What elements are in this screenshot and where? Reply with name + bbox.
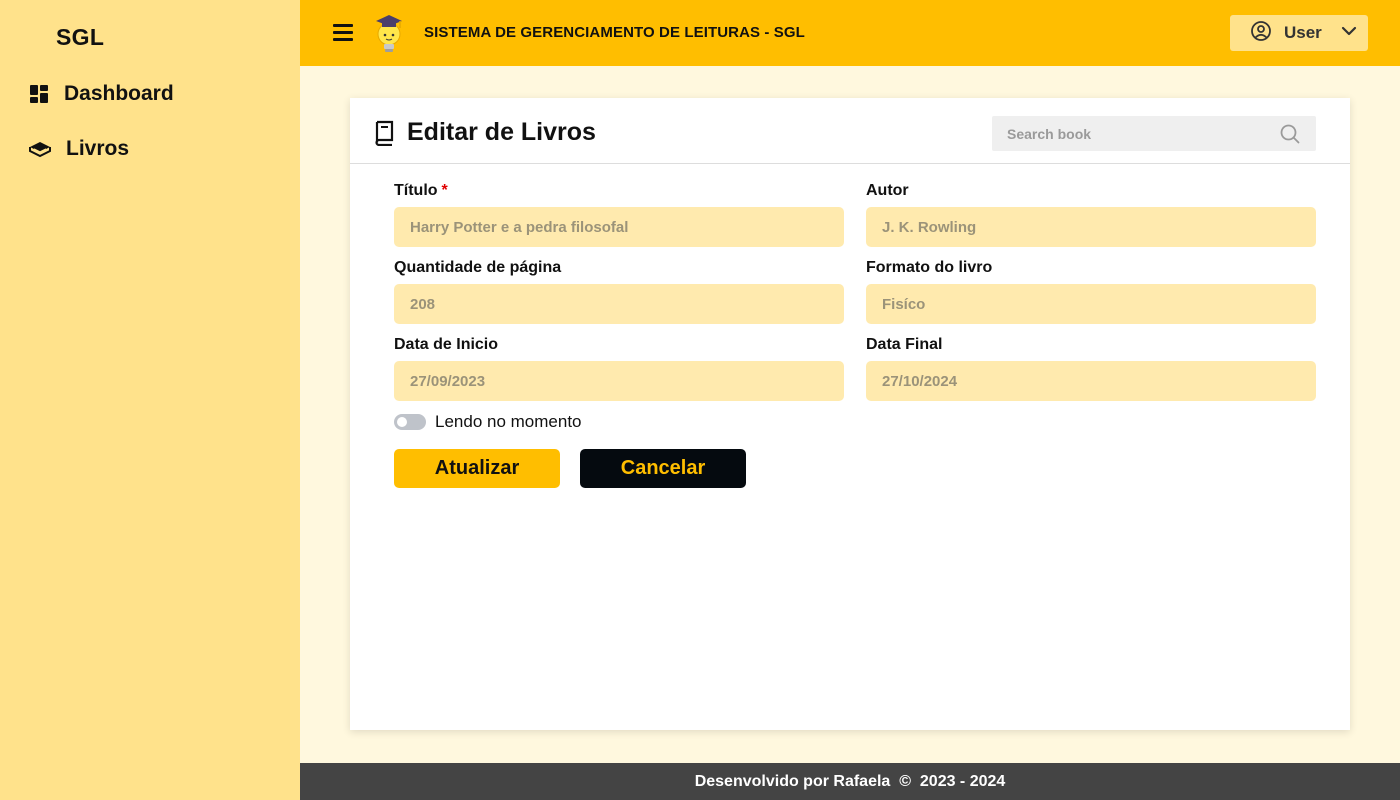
autor-input[interactable] bbox=[866, 207, 1316, 247]
footer-text: Desenvolvido por Rafaela © 2023 - 2024 bbox=[694, 773, 1006, 790]
paginas-input[interactable] bbox=[394, 284, 844, 324]
paginas-label: Quantidade de página bbox=[394, 259, 562, 276]
top-bar: SISTEMA DE GERENCIAMENTO DE LEITURAS - S… bbox=[300, 0, 1400, 66]
data-inicio-field-group: Data de Inicio bbox=[394, 336, 844, 401]
card-header: Editar de Livros bbox=[350, 98, 1350, 164]
autor-label: Autor bbox=[866, 182, 909, 199]
paginas-field-group: Quantidade de página bbox=[394, 259, 844, 324]
autor-field-group: Autor bbox=[866, 182, 1316, 247]
data-final-input[interactable] bbox=[866, 361, 1316, 401]
formato-input[interactable] bbox=[866, 284, 1316, 324]
titulo-label: Título * bbox=[394, 182, 448, 199]
book-icon bbox=[28, 138, 52, 160]
atualizar-button[interactable]: Atualizar bbox=[394, 449, 560, 488]
system-title: SISTEMA DE GERENCIAMENTO DE LEITURAS - S… bbox=[424, 24, 805, 41]
sidebar: SGL Dashboard Livros bbox=[0, 0, 300, 800]
data-inicio-input[interactable] bbox=[394, 361, 844, 401]
sidebar-item-label: Livros bbox=[66, 137, 130, 160]
cancelar-button[interactable]: Cancelar bbox=[580, 449, 746, 488]
chevron-down-icon bbox=[1340, 22, 1358, 45]
search-box bbox=[992, 116, 1316, 151]
page-title: Editar de Livros bbox=[407, 118, 596, 146]
sidebar-item-label: Dashboard bbox=[64, 82, 174, 105]
user-circle-icon bbox=[1250, 20, 1272, 47]
titulo-input[interactable] bbox=[394, 207, 844, 247]
data-final-field-group: Data Final bbox=[866, 336, 1316, 401]
sidebar-item-dashboard[interactable]: Dashboard bbox=[28, 82, 174, 106]
footer: Desenvolvido por Rafaela © 2023 - 2024 bbox=[300, 763, 1400, 800]
data-inicio-label: Data de Inicio bbox=[394, 336, 499, 353]
data-final-label: Data Final bbox=[866, 336, 943, 353]
edit-book-card: Editar de Livros Título* Autor Quantidad… bbox=[350, 98, 1350, 730]
search-input[interactable] bbox=[992, 116, 1262, 151]
lendo-toggle-row: Lendo no momento bbox=[394, 412, 582, 432]
dashboard-icon bbox=[28, 83, 50, 105]
lendo-toggle-label: Lendo no momento bbox=[435, 412, 582, 431]
book-icon bbox=[373, 120, 395, 151]
required-mark: * bbox=[441, 182, 448, 199]
formato-field-group: Formato do livro bbox=[866, 259, 1316, 324]
lendo-toggle[interactable] bbox=[394, 414, 426, 430]
brand-logo-text: SGL bbox=[56, 24, 105, 50]
toggle-knob bbox=[397, 417, 407, 427]
user-label: User bbox=[1284, 23, 1322, 42]
lightbulb-graduate-logo-icon bbox=[370, 11, 410, 60]
search-icon[interactable] bbox=[1280, 124, 1300, 149]
formato-label: Formato do livro bbox=[866, 259, 993, 276]
user-menu-button[interactable]: User bbox=[1230, 15, 1368, 51]
sidebar-item-livros[interactable]: Livros bbox=[28, 137, 129, 161]
titulo-field-group: Título * bbox=[394, 182, 844, 247]
hamburger-menu-icon[interactable] bbox=[332, 21, 354, 48]
